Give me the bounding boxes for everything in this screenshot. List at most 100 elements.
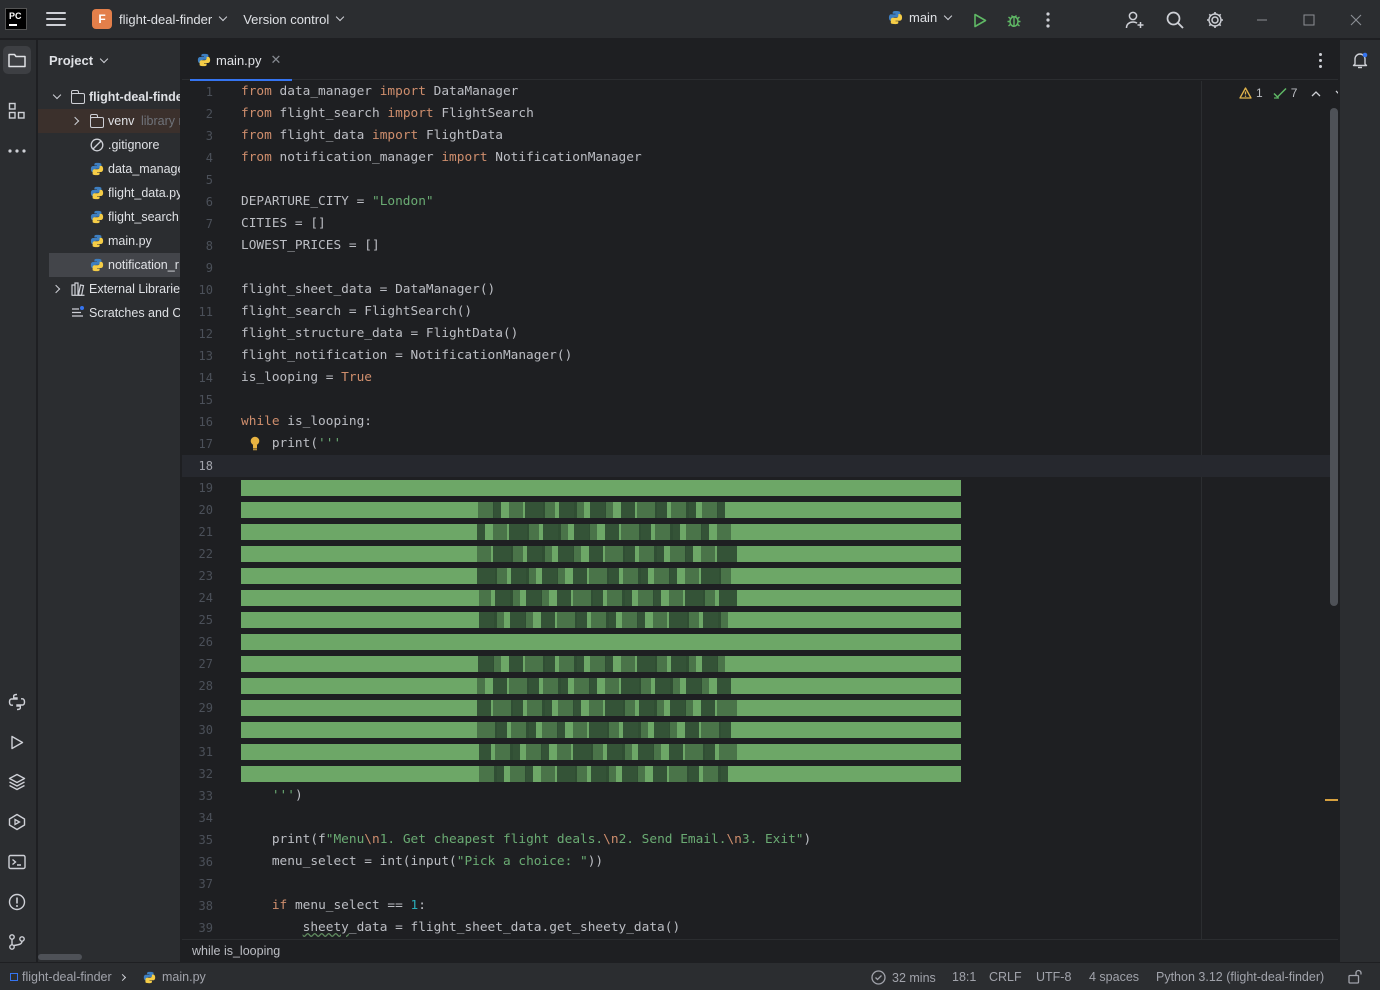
code-line[interactable]: 36 menu_select = int(input("Pick a choic… <box>182 851 1338 873</box>
line-number[interactable]: 23 <box>182 565 213 587</box>
python-console-button[interactable] <box>3 688 31 716</box>
main-menu-button[interactable] <box>46 12 66 26</box>
terminal-button[interactable] <box>3 848 31 876</box>
line-number[interactable]: 34 <box>182 807 213 829</box>
line-number[interactable]: 13 <box>182 345 213 367</box>
code-text[interactable]: is_looping = True <box>241 367 372 389</box>
tree-file-gitignore[interactable]: .gitignore <box>38 133 180 157</box>
code-line[interactable]: 31 <box>182 741 1338 763</box>
line-number[interactable]: 12 <box>182 323 213 345</box>
tree-file-main[interactable]: main.py <box>38 229 180 253</box>
status-file-crumb[interactable]: main.py <box>143 970 206 984</box>
code-line[interactable]: 14 is_looping = True <box>182 367 1338 389</box>
code-line[interactable]: 12 flight_structure_data = FlightData() <box>182 323 1338 345</box>
code-line[interactable]: 21 <box>182 521 1338 543</box>
code-line[interactable]: 30 <box>182 719 1338 741</box>
code-line[interactable]: 7 CITIES = [] <box>182 213 1338 235</box>
code-breadcrumb[interactable]: while is_looping <box>182 939 1338 962</box>
code-line[interactable]: 22 <box>182 543 1338 565</box>
problems-button[interactable] <box>3 888 31 916</box>
code-text[interactable]: ''') <box>241 785 303 807</box>
status-indent[interactable]: 4 spaces <box>1089 970 1139 984</box>
line-number[interactable]: 38 <box>182 895 213 917</box>
debug-button[interactable] <box>1003 9 1025 31</box>
line-number[interactable]: 7 <box>182 213 213 235</box>
code-text[interactable]: flight_sheet_data = DataManager() <box>241 279 495 301</box>
version-control-menu[interactable]: Version control <box>243 12 345 27</box>
code-line[interactable]: 20 <box>182 499 1338 521</box>
tab-main-py[interactable]: main.py ✕ <box>190 40 292 81</box>
code-with-me-button[interactable] <box>1124 9 1146 31</box>
line-number[interactable]: 2 <box>182 103 213 125</box>
close-tab-icon[interactable]: ✕ <box>271 52 282 68</box>
code-line[interactable]: 3 from flight_data import FlightData <box>182 125 1338 147</box>
line-number[interactable]: 30 <box>182 719 213 741</box>
line-number[interactable]: 28 <box>182 675 213 697</box>
line-number[interactable]: 11 <box>182 301 213 323</box>
code-line[interactable]: 18 <box>182 455 1338 477</box>
vertical-scrollbar[interactable] <box>1330 108 1338 606</box>
line-number[interactable]: 39 <box>182 917 213 939</box>
line-number[interactable]: 29 <box>182 697 213 719</box>
code-text[interactable]: DEPARTURE_CITY = "London" <box>241 191 434 213</box>
code-text[interactable]: CITIES = [] <box>241 213 326 235</box>
line-number[interactable]: 8 <box>182 235 213 257</box>
code-text[interactable]: flight_structure_data = FlightData() <box>241 323 518 345</box>
code-line[interactable]: 9 <box>182 257 1338 279</box>
code-line[interactable]: 39 sheety_data = flight_sheet_data.get_s… <box>182 917 1338 939</box>
line-number[interactable]: 21 <box>182 521 213 543</box>
code-line[interactable]: 10 flight_sheet_data = DataManager() <box>182 279 1338 301</box>
line-number[interactable]: 17 <box>182 433 213 455</box>
warning-stripe-marker[interactable] <box>1325 799 1338 801</box>
status-caret-position[interactable]: 18:1 <box>952 970 976 984</box>
notifications-button[interactable] <box>1346 46 1374 74</box>
tab-options-button[interactable] <box>1312 50 1328 70</box>
project-view-selector[interactable]: Project <box>49 53 109 68</box>
code-text[interactable]: from data_manager import DataManager <box>241 81 518 103</box>
code-line[interactable]: 27 <box>182 653 1338 675</box>
tree-file-flight-data[interactable]: flight_data.py <box>38 181 180 205</box>
status-interpreter[interactable]: Python 3.12 (flight-deal-finder) <box>1156 970 1324 984</box>
services-button[interactable] <box>3 808 31 836</box>
code-line[interactable]: 15 <box>182 389 1338 411</box>
code-line[interactable]: 13 flight_notification = NotificationMana… <box>182 345 1338 367</box>
tree-external-libraries[interactable]: External Librarie <box>38 277 180 301</box>
tree-file-notification-manager[interactable]: notification_r <box>49 253 180 277</box>
tree-root-folder[interactable]: flight-deal-finde <box>38 85 180 109</box>
tree-venv-folder[interactable]: venv library r <box>38 109 180 133</box>
code-text[interactable]: from notification_manager import Notific… <box>241 147 642 169</box>
line-number[interactable]: 16 <box>182 411 213 433</box>
line-number[interactable]: 3 <box>182 125 213 147</box>
lightbulb-icon[interactable] <box>250 436 260 452</box>
code-text[interactable]: while is_looping: <box>241 411 372 433</box>
code-line[interactable]: 32 <box>182 763 1338 785</box>
structure-tool-button[interactable] <box>3 97 31 125</box>
status-project-crumb[interactable]: flight-deal-finder <box>10 970 126 984</box>
project-tool-button[interactable] <box>3 46 31 74</box>
status-encoding[interactable]: UTF-8 <box>1036 970 1071 984</box>
settings-button[interactable] <box>1204 9 1226 31</box>
tree-file-flight-search[interactable]: flight_search. <box>38 205 180 229</box>
code-line[interactable]: 25 <box>182 609 1338 631</box>
inspection-widget[interactable]: 1 7 <box>1239 86 1338 100</box>
line-number[interactable]: 32 <box>182 763 213 785</box>
line-number[interactable]: 24 <box>182 587 213 609</box>
line-number[interactable]: 36 <box>182 851 213 873</box>
line-number[interactable]: 27 <box>182 653 213 675</box>
code-line[interactable]: 4 from notification_manager import Notifi… <box>182 147 1338 169</box>
next-highlight-icon[interactable] <box>1335 90 1338 97</box>
line-number[interactable]: 6 <box>182 191 213 213</box>
tree-scratches[interactable]: Scratches and C <box>38 301 180 325</box>
line-number[interactable]: 37 <box>182 873 213 895</box>
code-line[interactable]: 19 <box>182 477 1338 499</box>
line-number[interactable]: 25 <box>182 609 213 631</box>
code-text[interactable]: menu_select = int(input("Pick a choice: … <box>241 851 603 873</box>
run-tool-button[interactable] <box>3 728 31 756</box>
code-line[interactable]: 37 <box>182 873 1338 895</box>
code-line[interactable]: 29 <box>182 697 1338 719</box>
code-text[interactable]: from flight_data import FlightData <box>241 125 503 147</box>
line-number[interactable]: 1 <box>182 81 213 103</box>
git-button[interactable] <box>3 928 31 956</box>
line-number[interactable]: 33 <box>182 785 213 807</box>
close-window-button[interactable] <box>1345 9 1367 31</box>
